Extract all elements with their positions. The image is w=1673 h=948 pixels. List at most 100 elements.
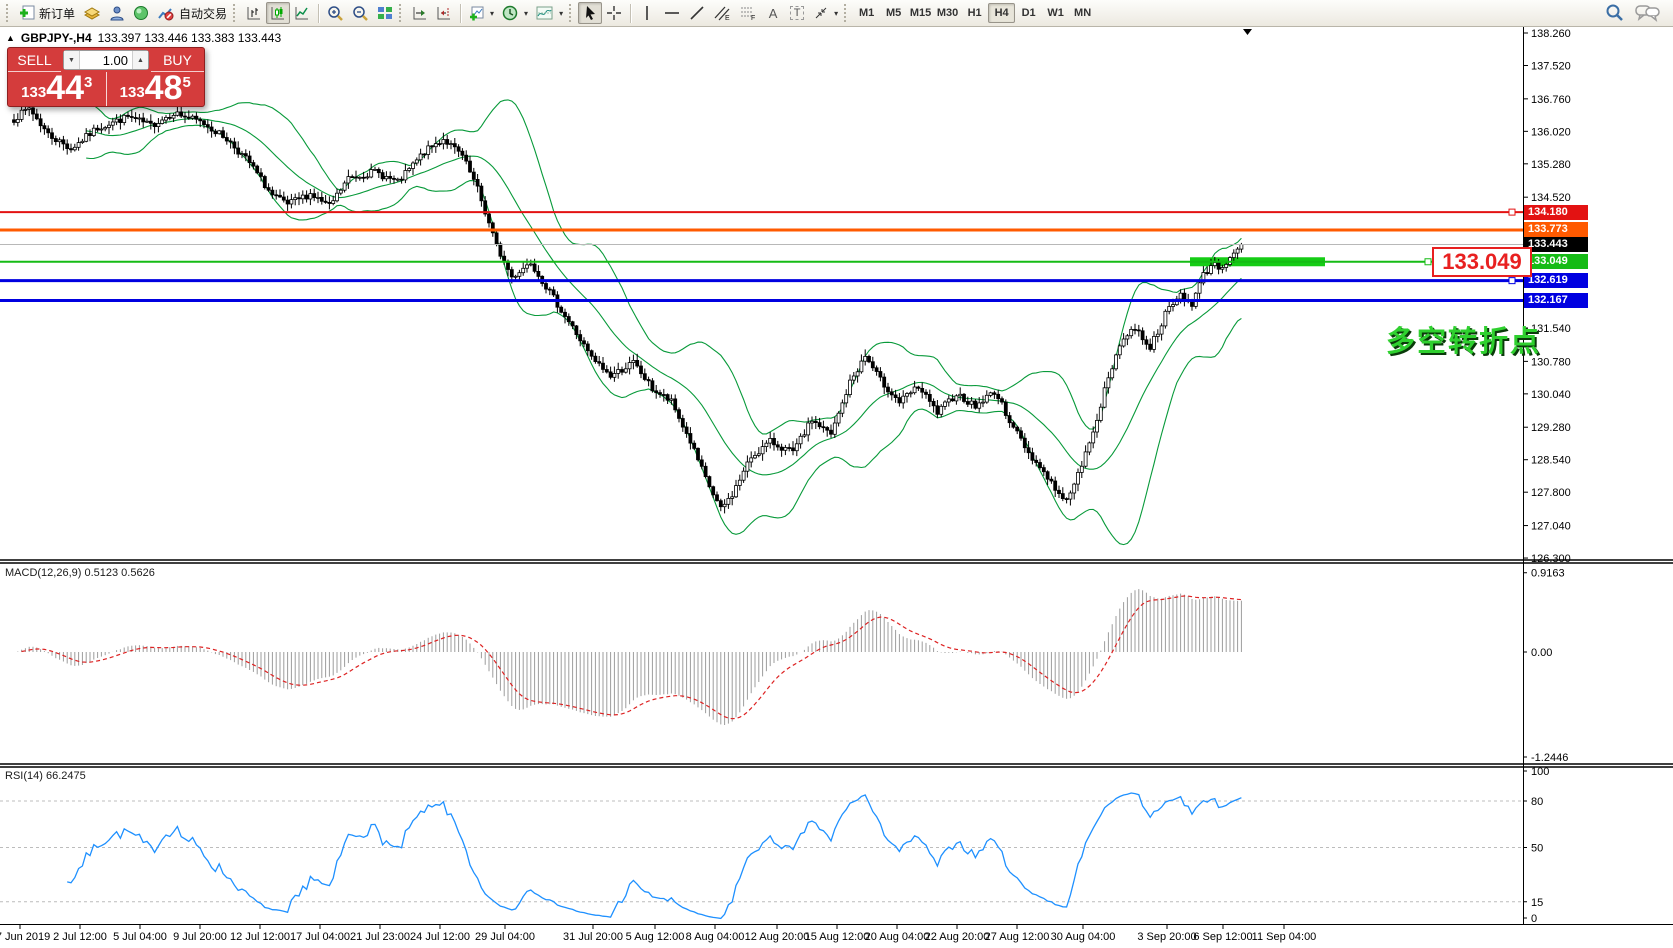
clock-icon bbox=[502, 5, 519, 22]
text-label-button[interactable]: T bbox=[785, 2, 809, 24]
main-toolbar: 新订单 自动交易 bbox=[0, 0, 1673, 27]
history-center-button[interactable] bbox=[79, 2, 105, 24]
sell-price[interactable]: 133 44 3 bbox=[8, 72, 107, 106]
toolbar-grip[interactable] bbox=[569, 4, 574, 22]
new-chart-button[interactable]: ▾ bbox=[465, 2, 498, 24]
line-chart-icon bbox=[294, 5, 310, 21]
level-price-label: 134.180 bbox=[1524, 205, 1588, 220]
one-click-toggle-icon[interactable]: ▲ bbox=[6, 33, 15, 43]
horizontal-line-button[interactable] bbox=[659, 2, 685, 24]
timeframe-w1-button[interactable]: W1 bbox=[1042, 3, 1069, 23]
buy-price-big: 48 bbox=[145, 73, 183, 103]
svg-text:100: 100 bbox=[1531, 766, 1549, 778]
buy-price[interactable]: 133 48 5 bbox=[107, 72, 205, 106]
timeframe-m15-button[interactable]: M15 bbox=[907, 3, 934, 23]
svg-text:80: 80 bbox=[1531, 796, 1543, 808]
dropdown-arrow-icon: ▾ bbox=[834, 9, 838, 18]
cursor-button[interactable] bbox=[578, 2, 602, 24]
chinese-annotation[interactable]: 多空转折点 bbox=[1386, 318, 1541, 360]
zoom-out-button[interactable] bbox=[348, 2, 373, 24]
svg-text:12 Jul 12:00: 12 Jul 12:00 bbox=[230, 931, 290, 943]
timeframe-m1-button[interactable]: M1 bbox=[853, 3, 880, 23]
auto-scroll-button[interactable] bbox=[408, 2, 432, 24]
timeframe-m5-button[interactable]: M5 bbox=[880, 3, 907, 23]
candlestick-chart-button[interactable] bbox=[266, 2, 290, 24]
svg-text:2 Jul 12:00: 2 Jul 12:00 bbox=[53, 931, 107, 943]
volume-input[interactable] bbox=[80, 53, 132, 68]
timeframe-bar: M1M5M15M30H1H4D1W1MN bbox=[853, 3, 1096, 23]
volume-down-button[interactable]: ▼ bbox=[64, 51, 80, 69]
text-tool-icon: A bbox=[769, 6, 778, 21]
svg-text:50: 50 bbox=[1531, 843, 1543, 855]
level-price-label: 133.049 bbox=[1524, 254, 1588, 269]
tile-windows-button[interactable] bbox=[373, 2, 397, 24]
fibonacci-icon: F bbox=[739, 5, 757, 21]
svg-text:3 Sep 20:00: 3 Sep 20:00 bbox=[1137, 931, 1196, 943]
crosshair-button[interactable] bbox=[602, 2, 626, 24]
news-button[interactable] bbox=[129, 2, 153, 24]
toolbar-separator bbox=[318, 4, 319, 23]
current-price-label: 133.443 bbox=[1524, 237, 1588, 252]
line-chart-button[interactable] bbox=[290, 2, 314, 24]
auto-trading-label: 自动交易 bbox=[179, 5, 227, 22]
svg-text:E: E bbox=[725, 15, 730, 21]
bar-chart-icon bbox=[246, 5, 262, 21]
svg-text:5 Jul 04:00: 5 Jul 04:00 bbox=[113, 931, 167, 943]
sell-price-big: 44 bbox=[46, 73, 84, 103]
dropdown-arrow-icon: ▾ bbox=[524, 9, 528, 18]
tile-windows-icon bbox=[377, 5, 393, 21]
horizontal-line-icon bbox=[663, 5, 681, 21]
svg-text:134.520: 134.520 bbox=[1531, 192, 1571, 204]
timeframe-h1-button[interactable]: H1 bbox=[961, 3, 988, 23]
svg-text:130.040: 130.040 bbox=[1531, 389, 1571, 401]
svg-text:129.280: 129.280 bbox=[1531, 422, 1571, 434]
volume-up-button[interactable]: ▲ bbox=[132, 51, 148, 69]
toolbar-grip[interactable] bbox=[399, 4, 404, 22]
toolbar-grip[interactable] bbox=[233, 4, 238, 22]
toolbar-grip[interactable] bbox=[6, 4, 11, 22]
svg-text:0.00: 0.00 bbox=[1531, 647, 1552, 659]
indicators-button[interactable]: ▾ bbox=[532, 2, 567, 24]
svg-text:138.260: 138.260 bbox=[1531, 28, 1571, 40]
auto-trading-button[interactable]: 自动交易 bbox=[153, 2, 231, 24]
timeframe-d1-button[interactable]: D1 bbox=[1015, 3, 1042, 23]
bar-chart-button[interactable] bbox=[242, 2, 266, 24]
trendline-button[interactable] bbox=[685, 2, 709, 24]
level-price-label: 132.619 bbox=[1524, 273, 1588, 288]
vertical-line-button[interactable] bbox=[635, 2, 659, 24]
one-click-trading-panel: SELL ▼ ▲ BUY 133 44 3 133 48 5 bbox=[7, 47, 205, 107]
chart-canvas[interactable]: 138.260137.520136.760136.020135.280134.5… bbox=[0, 27, 1673, 948]
svg-text:22 Aug 20:00: 22 Aug 20:00 bbox=[925, 931, 990, 943]
fibonacci-button[interactable]: F bbox=[735, 2, 761, 24]
orb-icon bbox=[133, 5, 149, 21]
timeframe-mn-button[interactable]: MN bbox=[1069, 3, 1096, 23]
timeframe-h4-button[interactable]: H4 bbox=[988, 3, 1015, 23]
search-icon[interactable] bbox=[1605, 3, 1625, 23]
svg-text:30 Aug 04:00: 30 Aug 04:00 bbox=[1051, 931, 1116, 943]
new-order-button[interactable]: 新订单 bbox=[15, 2, 79, 24]
dropdown-arrow-icon: ▾ bbox=[559, 9, 563, 18]
auto-scroll-icon bbox=[412, 5, 428, 21]
text-tool-button[interactable]: A bbox=[761, 2, 785, 24]
auto-trading-icon bbox=[157, 5, 175, 21]
mt4-window: 新订单 自动交易 bbox=[0, 0, 1673, 948]
toolbar-grip[interactable] bbox=[844, 4, 849, 22]
zoom-out-icon bbox=[352, 5, 369, 22]
svg-text:21 Jul 23:00: 21 Jul 23:00 bbox=[350, 931, 410, 943]
equidistant-channel-button[interactable]: E bbox=[709, 2, 735, 24]
book-icon bbox=[83, 5, 101, 21]
price-callout-label[interactable]: 133.049 bbox=[1432, 247, 1532, 277]
rsi-label: RSI(14) 66.2475 bbox=[5, 770, 86, 782]
profiles-button[interactable] bbox=[105, 2, 129, 24]
svg-text:5 Aug 12:00: 5 Aug 12:00 bbox=[626, 931, 685, 943]
new-order-icon bbox=[19, 5, 35, 21]
zoom-in-button[interactable] bbox=[323, 2, 348, 24]
chat-icon[interactable] bbox=[1635, 4, 1661, 22]
chart-ohlc-values: 133.397 133.446 133.383 133.443 bbox=[98, 31, 282, 45]
svg-text:136.020: 136.020 bbox=[1531, 126, 1571, 138]
svg-text:20 Aug 04:00: 20 Aug 04:00 bbox=[865, 931, 930, 943]
timeframe-m30-button[interactable]: M30 bbox=[934, 3, 961, 23]
periods-button[interactable]: ▾ bbox=[498, 2, 532, 24]
chart-shift-button[interactable] bbox=[432, 2, 456, 24]
arrows-button[interactable]: ▾ bbox=[809, 2, 842, 24]
